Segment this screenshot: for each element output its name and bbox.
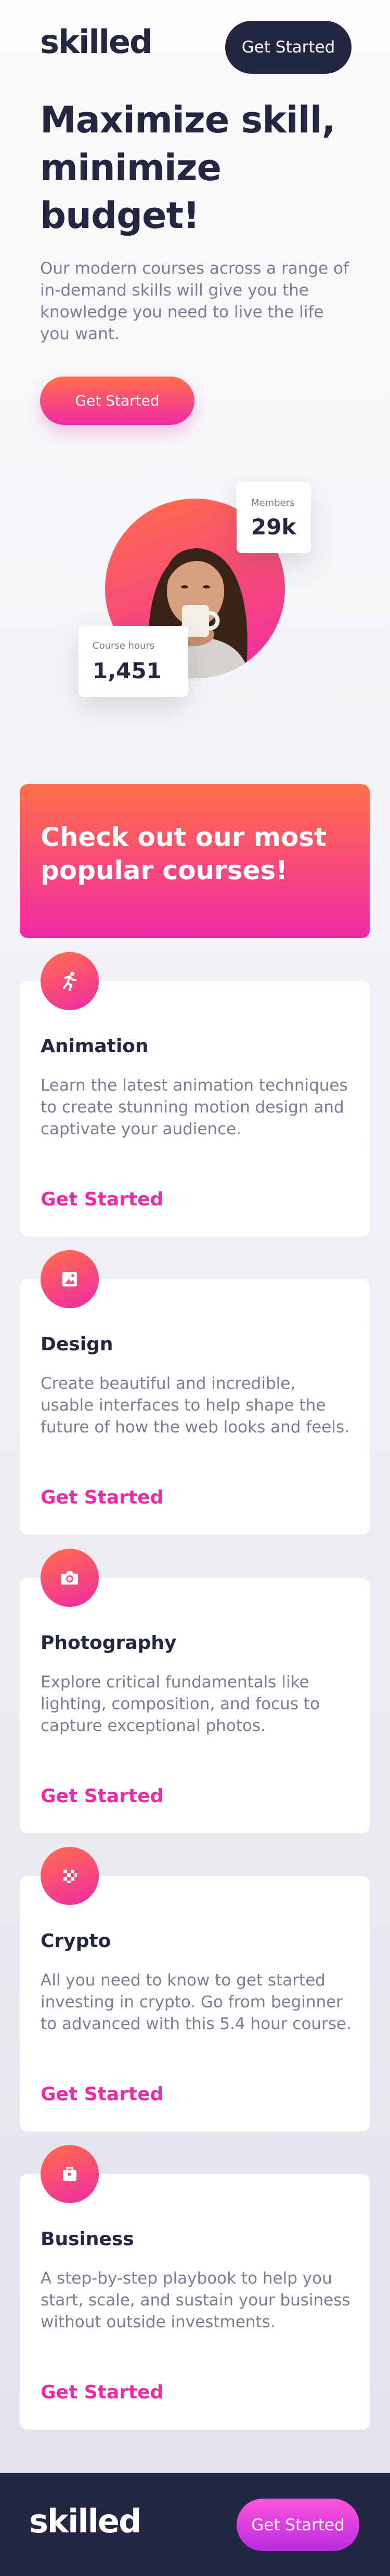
course-hours-label: Course hours [93, 640, 155, 651]
members-label: Members [251, 498, 295, 508]
course-title: Business [41, 2229, 134, 2250]
site-footer: skilled Get Started [0, 2473, 390, 2576]
course-title: Animation [41, 1036, 149, 1057]
course-hours-value: 1,451 [93, 658, 162, 683]
hero-title: Maximize skill, minimize budget! [40, 99, 335, 237]
popular-courses-banner: Check out our most popular courses! [20, 784, 370, 938]
site-header: skilled Get Started [0, 0, 390, 93]
course-title: Photography [41, 1632, 177, 1654]
page: skilled Get Started Maximize skill, mini… [0, 0, 390, 2576]
course-get-started-link[interactable]: Get Started [41, 2084, 163, 2105]
running-person-icon [41, 952, 99, 1010]
hero-description: Our modern courses across a range of in-… [40, 259, 349, 343]
course-get-started-link[interactable]: Get Started [41, 1786, 163, 1807]
course-hours-stat-card: Course hours 1,451 [79, 626, 188, 697]
briefcase-icon [41, 2145, 99, 2203]
course-get-started-link[interactable]: Get Started [41, 2382, 163, 2403]
camera-icon [41, 1549, 99, 1607]
members-stat-card: Members 29k [237, 482, 311, 553]
image-frame-icon [41, 1250, 99, 1308]
course-description: A step-by-step playbook to help you star… [41, 2269, 350, 2331]
course-card-design: Design Create beautiful and incredible, … [20, 1250, 370, 1535]
course-description: Explore critical fundamentals like light… [41, 1673, 320, 1735]
course-get-started-link[interactable]: Get Started [41, 1487, 163, 1508]
course-card-crypto: Crypto All you need to know to get start… [20, 1847, 370, 2131]
header-get-started-button[interactable]: Get Started [225, 21, 352, 74]
course-card-business: Business A step-by-step playbook to help… [20, 2145, 370, 2430]
course-card-photography: Photography Explore critical fundamental… [20, 1549, 370, 1833]
course-title: Crypto [41, 1930, 111, 1952]
crypto-grid-icon [41, 1847, 99, 1905]
popular-courses-title: Check out our most popular courses! [41, 822, 327, 886]
course-description: All you need to know to get started inve… [41, 1971, 352, 2033]
course-card-animation: Animation Learn the latest animation tec… [20, 952, 370, 1237]
course-get-started-link[interactable]: Get Started [41, 1189, 163, 1210]
hero-get-started-button[interactable]: Get Started [40, 377, 194, 425]
course-title: Design [41, 1334, 113, 1355]
course-description: Learn the latest animation techniques to… [41, 1076, 348, 1138]
footer-logo[interactable]: skilled [29, 2505, 141, 2538]
footer-get-started-button[interactable]: Get Started [237, 2499, 359, 2551]
course-description: Create beautiful and incredible, usable … [41, 1374, 349, 1437]
logo[interactable]: skilled [40, 26, 152, 58]
members-value: 29k [251, 514, 296, 540]
